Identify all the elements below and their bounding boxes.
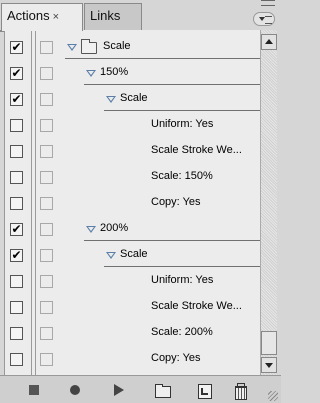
action-row[interactable]: ✔ Scale — [5, 86, 260, 112]
toggle-dialog-checkbox[interactable] — [40, 327, 53, 340]
tab-close-icon[interactable]: × — [53, 11, 59, 23]
action-row[interactable]: ✔ Scale — [5, 242, 260, 268]
action-row[interactable]: ✔ 200% — [5, 216, 260, 242]
toggle-dialog-checkbox[interactable] — [40, 275, 53, 288]
action-row-label: Copy: Yes — [151, 196, 201, 208]
toggle-dialog-checkbox[interactable] — [40, 249, 53, 262]
toggle-dialog-checkbox[interactable] — [40, 93, 53, 106]
action-row[interactable]: Uniform: Yes — [5, 112, 260, 138]
row-separator — [84, 84, 260, 85]
toggle-item-checkbox[interactable]: ✔ — [10, 249, 23, 262]
action-row[interactable]: Scale Stroke We... — [5, 294, 260, 320]
panel-tab-strip: Actions × Links — [0, 0, 281, 31]
action-row-label: Uniform: Yes — [151, 118, 214, 130]
toggle-item-checkbox[interactable]: ✔ — [10, 93, 23, 106]
action-row-label: Scale: 150% — [151, 170, 213, 182]
toggle-item-checkbox[interactable] — [10, 197, 23, 210]
row-separator — [84, 240, 260, 241]
disclosure-triangle-icon[interactable] — [67, 44, 77, 51]
row-separator — [104, 110, 260, 111]
panel-collapse-grip-icon[interactable] — [261, 0, 275, 6]
toggle-item-checkbox[interactable] — [10, 353, 23, 366]
scroll-up-arrow-icon[interactable] — [261, 34, 277, 50]
play-icon[interactable] — [110, 382, 126, 398]
toggle-item-checkbox[interactable] — [10, 119, 23, 132]
action-row-label: Scale Stroke We... — [151, 144, 242, 156]
action-row-label: Scale Stroke We... — [151, 300, 242, 312]
toggle-dialog-checkbox[interactable] — [40, 67, 53, 80]
toggle-item-checkbox[interactable] — [10, 275, 23, 288]
action-row[interactable]: Scale Stroke We... — [5, 138, 260, 164]
action-row-label: Scale — [120, 92, 148, 104]
action-row[interactable]: Copy: Yes — [5, 346, 260, 372]
toggle-item-checkbox[interactable]: ✔ — [10, 223, 23, 236]
toggle-dialog-checkbox[interactable] — [40, 223, 53, 236]
actions-toolbar — [0, 375, 281, 403]
toggle-item-checkbox[interactable]: ✔ — [10, 67, 23, 80]
toggle-item-checkbox[interactable]: ✔ — [10, 41, 23, 54]
toggle-dialog-checkbox[interactable] — [40, 41, 53, 54]
action-row-label: 150% — [100, 66, 129, 78]
tab-actions[interactable]: Actions × — [1, 3, 83, 31]
new-action-icon[interactable] — [196, 382, 212, 399]
action-row-label: 200% — [100, 222, 129, 234]
action-row[interactable]: Scale: 150% — [5, 164, 260, 190]
actions-list[interactable]: ✔ Scale ✔ 150% ✔ Scale Uniform: Yes Scale Strok… — [4, 30, 260, 375]
vertical-scrollbar[interactable] — [260, 30, 277, 375]
action-row[interactable]: ✔ Scale — [5, 34, 260, 60]
toggle-dialog-checkbox[interactable] — [40, 119, 53, 132]
action-set-folder-icon — [81, 39, 97, 54]
action-row[interactable]: Uniform: Yes — [5, 268, 260, 294]
disclosure-triangle-icon[interactable] — [106, 96, 116, 103]
toggle-item-checkbox[interactable] — [10, 171, 23, 184]
toggle-dialog-checkbox[interactable] — [40, 197, 53, 210]
stop-icon[interactable] — [26, 382, 42, 398]
delete-trash-icon[interactable] — [232, 382, 248, 400]
tab-links-label: Links — [90, 8, 121, 23]
row-separator — [104, 266, 260, 267]
action-row-label: Scale: 200% — [151, 326, 213, 338]
record-icon[interactable] — [67, 382, 83, 398]
scroll-thumb[interactable] — [261, 331, 277, 355]
disclosure-triangle-icon[interactable] — [106, 252, 116, 259]
toggle-item-checkbox[interactable] — [10, 327, 23, 340]
disclosure-triangle-icon[interactable] — [86, 70, 96, 77]
new-set-folder-icon[interactable] — [154, 382, 171, 398]
toggle-dialog-checkbox[interactable] — [40, 171, 53, 184]
resize-grip-icon[interactable] — [268, 391, 278, 401]
disclosure-triangle-icon[interactable] — [86, 226, 96, 233]
action-row[interactable]: ✔ 150% — [5, 60, 260, 86]
toggle-item-checkbox[interactable] — [10, 301, 23, 314]
action-row[interactable]: Copy: Yes — [5, 190, 260, 216]
toggle-dialog-checkbox[interactable] — [40, 145, 53, 158]
tab-actions-label: Actions — [7, 8, 50, 23]
action-row-label: Scale — [120, 248, 148, 260]
action-row-label: Uniform: Yes — [151, 274, 214, 286]
scroll-down-arrow-icon[interactable] — [261, 357, 277, 373]
tab-links[interactable]: Links — [84, 3, 142, 30]
toggle-item-checkbox[interactable] — [10, 145, 23, 158]
toggle-dialog-checkbox[interactable] — [40, 353, 53, 366]
row-separator — [65, 58, 260, 59]
panel-menu-icon[interactable] — [253, 12, 275, 26]
toggle-dialog-checkbox[interactable] — [40, 301, 53, 314]
action-row-label: Scale — [103, 40, 131, 52]
action-row[interactable]: Scale: 200% — [5, 320, 260, 346]
action-row-label: Copy: Yes — [151, 352, 201, 364]
